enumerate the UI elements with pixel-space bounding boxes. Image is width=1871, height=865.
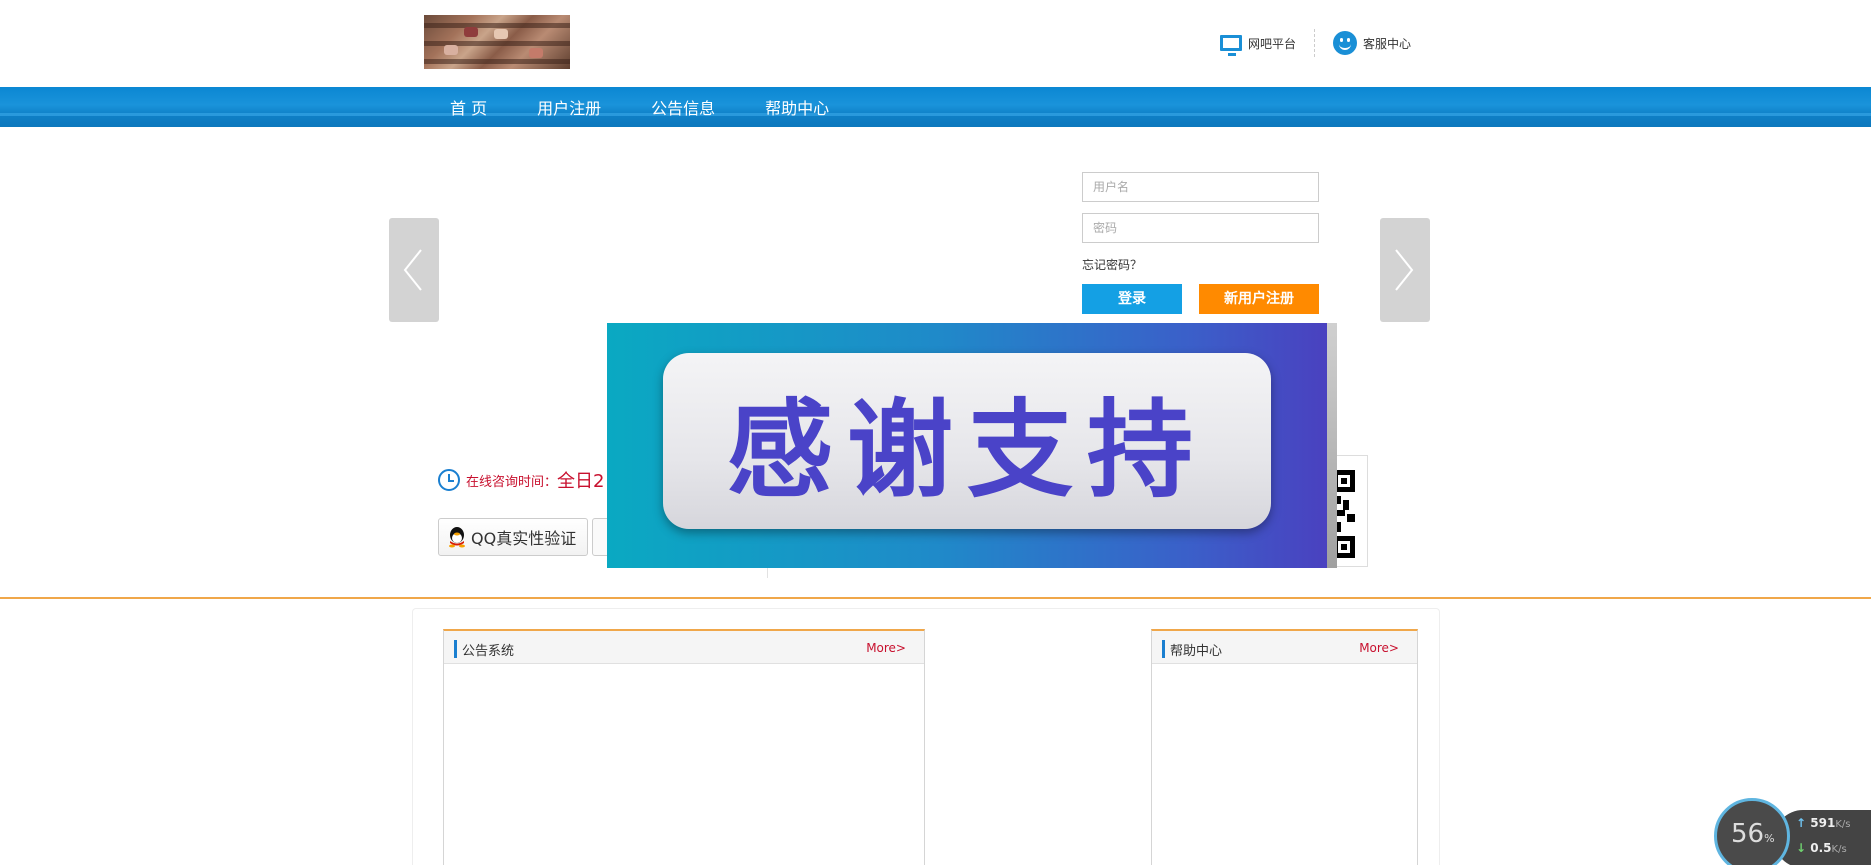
new-user-register-button[interactable]: 新用户注册: [1199, 284, 1319, 314]
forgot-password-link[interactable]: 忘记密码？: [1082, 256, 1142, 274]
customer-service-label: 客服中心: [1363, 36, 1412, 51]
customer-service-link[interactable]: 客服中心: [1333, 31, 1411, 55]
upload-speed-value: 591: [1810, 816, 1836, 830]
overlay-text: 感谢支持: [727, 389, 1207, 512]
notice-panel: 公告系统 More>: [443, 629, 925, 865]
consult-time-value: 全日2: [557, 471, 605, 492]
notice-panel-title: 公告系统: [462, 644, 515, 659]
login-form: 忘记密码？ 登录 新用户注册: [1082, 172, 1319, 314]
usage-percent: 56: [1731, 819, 1765, 849]
netcafe-platform-link[interactable]: 网吧平台: [1220, 35, 1297, 56]
top-links: 网吧平台 客服中心: [1220, 28, 1411, 58]
download-speed-unit: K/s: [1831, 844, 1847, 855]
notice-panel-header: 公告系统 More>: [444, 631, 924, 664]
clock-icon: [438, 469, 460, 491]
netcafe-platform-label: 网吧平台: [1248, 36, 1297, 51]
qq-verification-button[interactable]: QQ真实性验证: [438, 518, 588, 556]
consult-time: 在线咨询时间： 全日2: [438, 468, 604, 492]
thanks-overlay[interactable]: 感谢支持: [607, 323, 1337, 568]
cpu-usage-dial: 56%: [1714, 798, 1790, 865]
nav-item-announcements[interactable]: 公告信息: [651, 95, 715, 119]
login-button[interactable]: 登录: [1082, 284, 1182, 314]
help-more-link[interactable]: More>: [1359, 641, 1399, 655]
download-speed-value: 0.5: [1810, 841, 1832, 855]
upload-speed: ↑ 591K/s: [1796, 816, 1850, 830]
username-input[interactable]: [1082, 172, 1319, 202]
carousel-prev-button[interactable]: [389, 218, 439, 322]
help-panel: 帮助中心 More>: [1151, 629, 1418, 865]
nav-item-register[interactable]: 用户注册: [537, 95, 601, 119]
section-divider: [0, 597, 1871, 599]
chevron-right-icon: [1395, 249, 1414, 291]
consult-time-label: 在线咨询时间：: [466, 474, 558, 490]
help-panel-title: 帮助中心: [1170, 644, 1223, 659]
qq-penguin-icon: [449, 527, 465, 548]
qq-verification-label: QQ真实性验证: [471, 529, 577, 548]
overlay-card: 感谢支持: [663, 353, 1271, 529]
chevron-left-icon: [403, 249, 422, 291]
nav-item-help-center[interactable]: 帮助中心: [765, 95, 829, 119]
network-speed-widget[interactable]: 56% ↑ 591K/s ↓ 0.5K/s: [1714, 798, 1871, 865]
download-arrow-icon: ↓: [1796, 841, 1807, 855]
site-logo[interactable]: [424, 15, 570, 69]
page: 网吧平台 客服中心 首 页 用户注册 公告信息 帮助中心 用户名 忘记密码？ 登…: [0, 0, 1871, 865]
usage-percent-unit: %: [1764, 832, 1775, 845]
top-links-separator: [1314, 29, 1316, 57]
carousel-next-button[interactable]: [1380, 218, 1430, 322]
upload-speed-unit: K/s: [1835, 819, 1851, 830]
notice-more-link[interactable]: More>: [866, 641, 906, 655]
nav-item-home[interactable]: 首 页: [450, 95, 487, 119]
main-nav: 首 页 用户注册 公告信息 帮助中心: [0, 87, 1871, 127]
monitor-icon: [1220, 35, 1242, 56]
upload-arrow-icon: ↑: [1796, 816, 1807, 830]
password-input[interactable]: [1082, 213, 1319, 243]
help-panel-header: 帮助中心 More>: [1152, 631, 1417, 664]
smiley-icon: [1333, 31, 1358, 55]
download-speed: ↓ 0.5K/s: [1796, 841, 1847, 855]
